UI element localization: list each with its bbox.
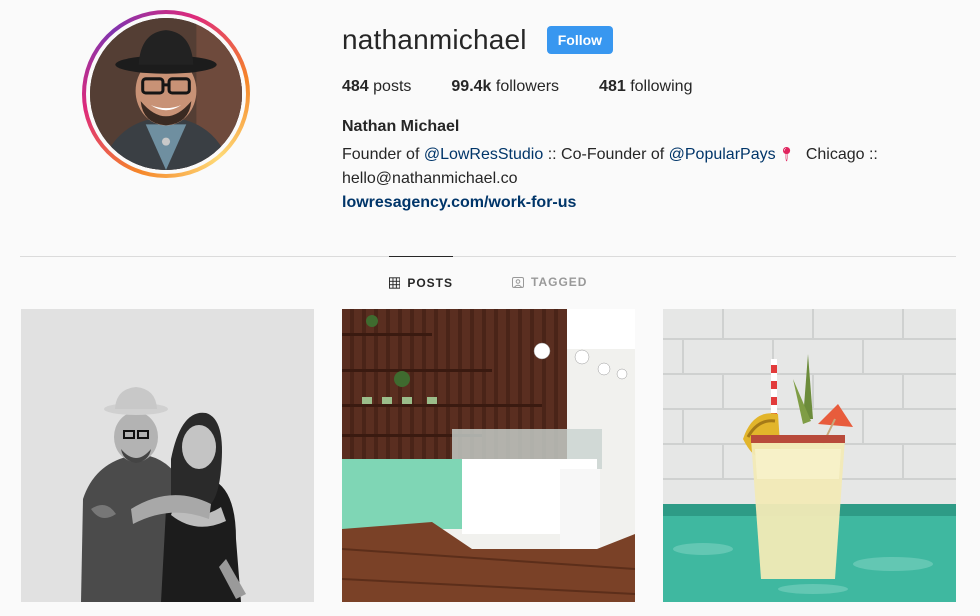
profile-tabs: POSTS TAGGED — [0, 256, 980, 306]
profile-username: nathanmichael — [342, 24, 527, 55]
stat-posts-value: 484 — [342, 78, 369, 95]
profile-info: nathanmichael Follow 484 posts 99.4k fol… — [342, 22, 960, 215]
profile-avatar-ring[interactable] — [82, 10, 250, 178]
grid-icon — [389, 276, 401, 289]
photo-couple — [21, 309, 314, 602]
stat-followers-value: 99.4k — [451, 78, 492, 95]
avatar[interactable] — [90, 18, 242, 170]
stat-posts: 484 posts — [342, 78, 411, 96]
tab-tagged-label: TAGGED — [531, 275, 588, 289]
profile-title-row: nathanmichael Follow — [342, 22, 960, 58]
tab-posts[interactable]: POSTS — [389, 256, 453, 308]
photo-pineapple-drink — [663, 309, 956, 602]
stat-posts-label: posts — [373, 78, 412, 95]
follow-button[interactable]: Follow — [546, 26, 614, 54]
bio-email: hello@nathanmichael.co — [342, 170, 518, 187]
avatar-gap — [86, 14, 246, 174]
bio-mention-lowresstudio[interactable]: @LowResStudio — [424, 146, 543, 163]
profile-website-link[interactable]: lowresagency.com/work-for-us — [342, 191, 576, 215]
stat-following-label: following — [630, 78, 693, 95]
bio-text-location: Chicago :: — [801, 146, 878, 163]
profile-stats: 484 posts 99.4k followers 481 following — [342, 78, 960, 96]
bio-text-prefix: Founder of — [342, 146, 424, 163]
bio-text-middle: :: Co-Founder of — [543, 146, 669, 163]
stat-following[interactable]: 481 following — [599, 78, 692, 96]
stat-followers-label: followers — [495, 78, 560, 95]
stat-following-value: 481 — [599, 78, 626, 95]
stat-followers[interactable]: 99.4k followers — [451, 78, 559, 96]
profile-full-name: Nathan Michael — [342, 118, 460, 135]
post-thumbnail[interactable] — [342, 309, 635, 602]
tab-posts-label: POSTS — [407, 275, 453, 290]
photo-bakery-interior — [342, 309, 635, 602]
avatar-photo — [90, 18, 242, 170]
tab-tagged[interactable]: TAGGED — [512, 256, 587, 308]
bio-mention-popularpays[interactable]: @PopularPays — [669, 146, 776, 163]
post-thumbnail[interactable] — [21, 309, 314, 602]
tagged-icon — [512, 277, 524, 288]
location-pin-icon: 📍︎ — [777, 146, 796, 162]
profile-bio: Founder of @LowResStudio :: Co-Founder o… — [342, 142, 960, 191]
post-thumbnail[interactable] — [663, 309, 956, 602]
